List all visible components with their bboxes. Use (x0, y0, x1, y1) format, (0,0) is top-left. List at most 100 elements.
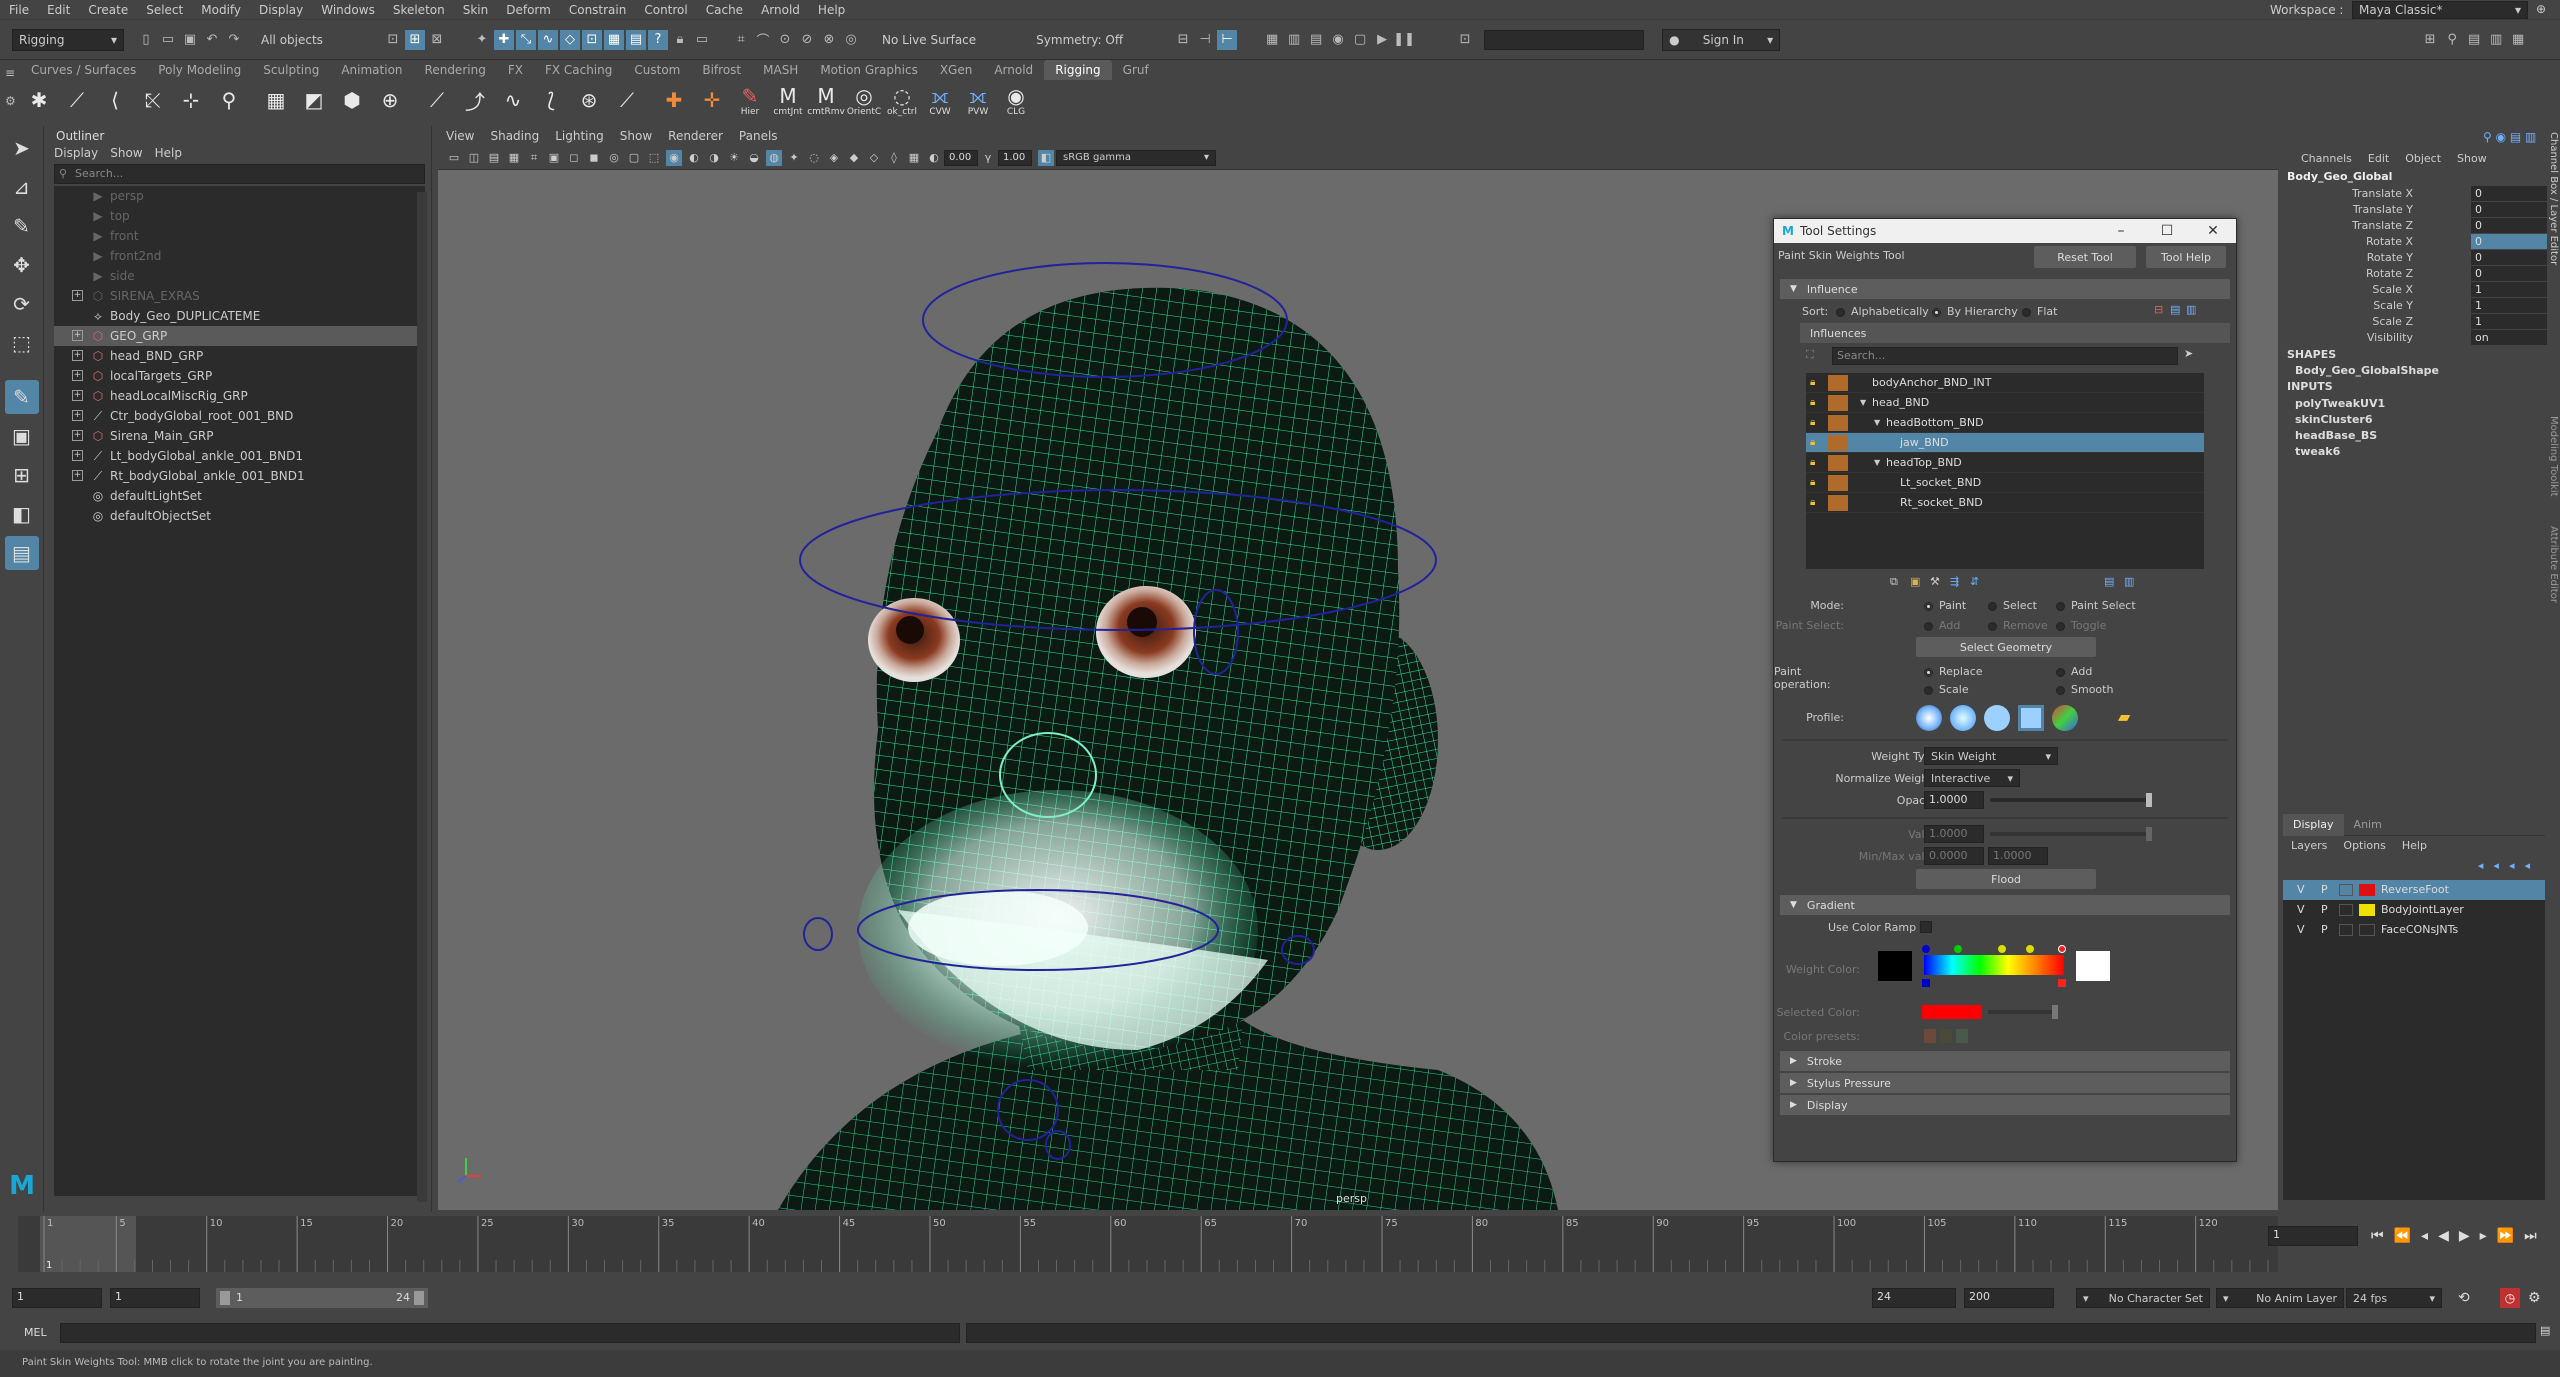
shelf-tab-poly-modeling[interactable]: Poly Modeling (147, 60, 252, 80)
input-line-icon[interactable]: ⊡ (1455, 30, 1475, 50)
outliner-item[interactable]: ▶ front2nd (54, 246, 425, 266)
mask-handle-icon[interactable]: ✚ (494, 29, 514, 50)
shelf-settings-icon[interactable]: ⚙ (0, 80, 20, 108)
channel-value[interactable]: 0 (2471, 250, 2547, 265)
influence-search-input[interactable]: Search... (1832, 347, 2178, 365)
step-forward-frame-icon[interactable]: ▸ (2480, 1228, 2487, 1244)
influence-row[interactable]: 🔒︎ Lt_socket_BND (1806, 473, 2204, 493)
select-hierarchy-icon[interactable]: ⊡ (383, 30, 403, 50)
folder-icon[interactable]: ▰ (2118, 707, 2130, 726)
snap-to-curve-icon[interactable]: ⌒ (753, 30, 773, 50)
input-node[interactable]: polyTweakUV1 (2295, 396, 2385, 412)
channel-value[interactable]: 1 (2471, 314, 2547, 329)
paint-weights-tool-icon[interactable]: ✎ (4, 380, 39, 414)
outliner-search[interactable]: ⚲ Search... (54, 164, 425, 184)
mask-render-icon[interactable]: ▤ (626, 29, 646, 50)
filter-icon[interactable]: ⛶ (1806, 348, 1814, 362)
channel-value[interactable]: 1 (2471, 282, 2547, 297)
animation-end-field[interactable]: 200 (1964, 1288, 2054, 1308)
new-layer-icon[interactable]: ◂ (2509, 859, 2515, 872)
shelf-tab-sculpting[interactable]: Sculpting (252, 60, 330, 80)
layer-menu-options[interactable]: Options (2335, 839, 2393, 852)
channel-value[interactable]: 0 (2471, 266, 2547, 281)
influence-row[interactable]: 🔒︎ jaw_BND (1806, 433, 2204, 453)
four-view-icon[interactable]: ⊞ (5, 458, 39, 492)
outliner-item[interactable]: ▶ persp (54, 186, 425, 206)
influence-row[interactable]: 🔒︎ ▼ headTop_BND (1806, 453, 2204, 473)
search-options-icon[interactable]: ➤ (2184, 347, 2193, 360)
clg-icon[interactable]: ◉ CLG (1000, 84, 1032, 117)
save-scene-icon[interactable]: ▣ (180, 30, 200, 50)
render-settings-icon[interactable]: ◉ (1328, 30, 1348, 50)
stylus-pressure-frame[interactable]: ▶ Stylus Pressure (1780, 1073, 2230, 1093)
color-preset[interactable] (1940, 1029, 1952, 1043)
tool-help-button[interactable]: Tool Help (2146, 246, 2226, 268)
square-brush-icon[interactable] (2018, 705, 2044, 731)
menu-help[interactable]: Help (809, 0, 854, 20)
ok-ctrl-icon[interactable]: ◌ ok_ctrl (886, 84, 918, 117)
lock-icon[interactable]: 🔒︎ (1810, 437, 1820, 448)
cmtjnt-icon[interactable]: McmtJnt (772, 84, 804, 117)
menu-windows[interactable]: Windows (312, 0, 384, 20)
reset-tool-button[interactable]: Reset Tool (2034, 246, 2136, 268)
tree-view-icon[interactable]: ▥ (2124, 575, 2134, 588)
menu-deform[interactable]: Deform (497, 0, 560, 20)
influence-row[interactable]: 🔒︎ ▼ headBottom_BND (1806, 413, 2204, 433)
ramp-key[interactable] (2058, 945, 2066, 953)
layer-visibility-toggle[interactable]: V (2297, 920, 2305, 940)
shelf-tab-arnold[interactable]: Arnold (983, 60, 1044, 80)
channel-menu-channels[interactable]: Channels (2293, 152, 2360, 165)
redo-icon[interactable]: ↷ (224, 30, 244, 50)
loop-icon[interactable]: ⟲ (2458, 1290, 2470, 1306)
expand-icon[interactable]: + (72, 290, 83, 301)
outliner-menu-help[interactable]: Help (149, 146, 188, 160)
name-field[interactable] (1484, 29, 1645, 50)
bind-skin-icon[interactable]: ▦ (260, 84, 292, 116)
mode-select-radio[interactable]: Select (1988, 599, 2037, 612)
ipr-render-icon[interactable]: ▤ (1306, 30, 1326, 50)
move-layer-down-icon[interactable]: ◂ (2493, 859, 2499, 872)
show-influences-icon[interactable]: ⇵ (1970, 575, 1979, 588)
outliner-item[interactable]: + ⟋ Ctr_bodyGlobal_root_001_BND (54, 406, 425, 426)
display-tab[interactable]: Display (2283, 813, 2344, 836)
side-tab-channel-box[interactable]: Channel Box / Layer Editor (2545, 132, 2559, 392)
bookmarks-icon[interactable]: ▤ (486, 150, 502, 166)
list-view-icon[interactable]: ▤ (2104, 575, 2114, 588)
shadows-icon[interactable]: ◒ (746, 150, 762, 166)
open-scene-icon[interactable]: ▭ (158, 30, 178, 50)
orientc-icon[interactable]: ◎ OrientC (847, 84, 881, 117)
color-preset[interactable] (1956, 1029, 1968, 1043)
close-icon[interactable]: ✕ (2190, 219, 2236, 243)
new-layer-selected-icon[interactable]: ◂ (2524, 859, 2530, 872)
menuset-dropdown[interactable]: Rigging ▾ (12, 28, 124, 51)
channel-row[interactable]: Rotate X 0 (2283, 234, 2553, 250)
ramp-key-bottom[interactable] (2058, 979, 2066, 987)
side-tab-attribute-editor[interactable]: Attribute Editor (2545, 526, 2559, 626)
channel-row[interactable]: Translate Y 0 (2283, 202, 2553, 218)
sort-alphabetically-radio[interactable]: Alphabetically (1836, 305, 1929, 318)
display-frame[interactable]: ▶ Display (1780, 1095, 2230, 1115)
layer-playback-toggle[interactable]: P (2321, 900, 2328, 920)
influence-frame[interactable]: ▼ Influence (1780, 279, 2230, 299)
layer-playback-toggle[interactable]: P (2321, 880, 2328, 900)
outliner-scrollbar[interactable] (417, 192, 427, 1202)
expand-icon[interactable]: + (72, 330, 83, 341)
lock-icon[interactable]: 🔒︎ (1810, 497, 1820, 508)
channel-row[interactable]: Translate Z 0 (2283, 218, 2553, 234)
snap-to-projected-icon[interactable]: ⊘ (797, 30, 817, 50)
tool-settings-titlebar[interactable]: M Tool Settings – ☐ ✕ (1774, 219, 2236, 243)
operation-add-radio[interactable]: Add (2056, 665, 2092, 678)
channel-name[interactable]: Rotate X (2366, 234, 2413, 250)
layer-color-swatch[interactable] (2359, 924, 2375, 936)
influence-color-swatch[interactable] (1828, 395, 1848, 411)
render-frame-icon[interactable]: ▥ (1284, 30, 1304, 50)
go-to-end-icon[interactable]: ⏭ (2524, 1228, 2537, 1244)
layer-color-swatch[interactable] (2359, 884, 2375, 896)
pin-icon[interactable]: ⊕ (2536, 2, 2546, 16)
channel-row[interactable]: Scale Z 1 (2283, 314, 2553, 330)
viewport-menu-lighting[interactable]: Lighting (547, 126, 612, 146)
operation-replace-radio[interactable]: Replace (1924, 665, 1983, 678)
influence-row[interactable]: 🔒︎ ▼ head_BND (1806, 393, 2204, 413)
viewport-menu-show[interactable]: Show (612, 126, 660, 146)
layer-type-toggle[interactable] (2339, 904, 2353, 916)
